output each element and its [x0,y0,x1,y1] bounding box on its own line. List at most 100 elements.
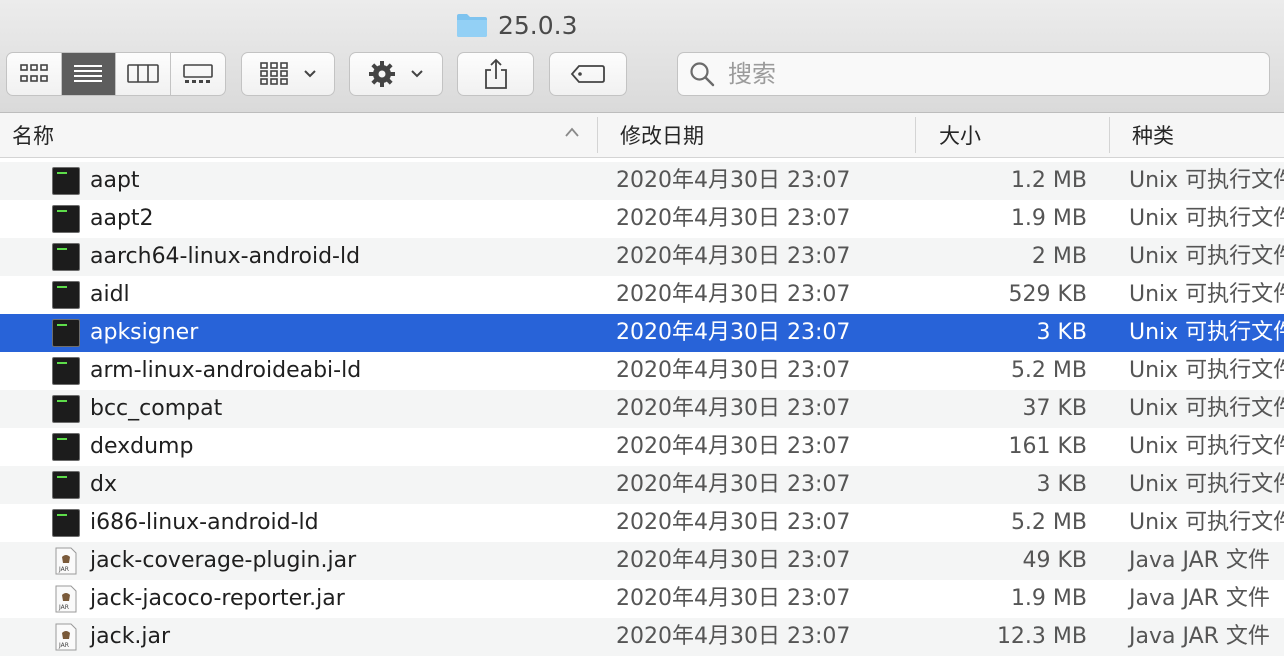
table-row[interactable]: i686-linux-android-ld 2020年4月30日 23:07 5.2… [0,504,1284,542]
table-row[interactable]: aapt 2020年4月30日 23:07 1.2 MB Unix 可执行文件 [0,162,1284,200]
file-name: arm-linux-androideabi-ld [90,358,362,383]
list-view-button[interactable] [61,53,116,95]
file-date: 2020年4月30日 23:07 [616,358,851,383]
file-kind: Java JAR 文件 [1129,586,1270,611]
folder-icon [457,14,487,37]
column-header-kind[interactable]: 种类 [1132,113,1174,157]
file-kind: Unix 可执行文件 [1129,396,1284,421]
column-header-kind-label: 种类 [1132,124,1174,148]
sort-ascending-icon [565,127,579,137]
file-date: 2020年4月30日 23:07 [616,282,851,307]
window-title: 25.0.3 [456,8,578,42]
terminal-icon [52,395,80,423]
column-header-date-label: 修改日期 [620,124,704,148]
table-row[interactable]: arm-linux-androideabi-ld 2020年4月30日 23:07… [0,352,1284,390]
file-date: 2020年4月30日 23:07 [616,244,851,269]
file-list: aapt 2020年4月30日 23:07 1.2 MB Unix 可执行文件 aap… [0,162,1284,656]
file-date: 2020年4月30日 23:07 [616,586,851,611]
column-divider[interactable] [1109,117,1110,153]
icon-view-button[interactable] [7,53,62,95]
file-date: 2020年4月30日 23:07 [616,548,851,573]
table-row[interactable]: aidl 2020年4月30日 23:07 529 KB Unix 可执行文件 [0,276,1284,314]
file-kind: Unix 可执行文件 [1129,434,1284,459]
gear-icon [369,61,395,87]
file-size: 37 KB [1022,396,1087,421]
file-name: jack.jar [90,624,171,649]
table-row[interactable]: dx 2020年4月30日 23:07 3 KB Unix 可执行文件 [0,466,1284,504]
terminal-icon [52,433,80,461]
action-button[interactable] [349,52,443,96]
file-kind: Java JAR 文件 [1129,624,1270,649]
file-date: 2020年4月30日 23:07 [616,510,851,535]
jar-icon: JAR [55,623,77,651]
file-name: aarch64-linux-android-ld [90,244,361,269]
file-name: jack-coverage-plugin.jar [90,548,357,573]
group-by-button[interactable] [241,52,335,96]
file-name: bcc_compat [90,396,223,421]
search-input[interactable] [726,59,1269,89]
file-kind: Unix 可执行文件 [1129,510,1284,535]
terminal-icon [52,167,80,195]
chevron-down-icon [304,70,316,78]
terminal-icon [52,243,80,271]
column-header-size[interactable]: 大小 [939,113,981,157]
terminal-icon [52,357,80,385]
tag-button[interactable] [549,52,627,96]
table-row[interactable]: JAR jack-jacoco-reporter.jar 2020年4月30日 2… [0,580,1284,618]
share-icon [484,58,507,89]
file-size: 1.9 MB [1010,206,1087,231]
share-button[interactable] [457,52,534,96]
file-name: aapt2 [90,206,154,231]
file-name: dexdump [90,434,194,459]
column-view-button[interactable] [116,53,171,95]
file-kind: Unix 可执行文件 [1129,358,1284,383]
gallery-icon [182,64,213,83]
table-row-selected[interactable]: apksigner 2020年4月30日 23:07 3 KB Unix 可执行文件 [0,314,1284,352]
table-row[interactable]: aarch64-linux-android-ld 2020年4月30日 23:07… [0,238,1284,276]
table-row[interactable]: aapt2 2020年4月30日 23:07 1.9 MB Unix 可执行文件 [0,200,1284,238]
column-divider[interactable] [597,117,598,153]
file-date: 2020年4月30日 23:07 [616,320,851,345]
group-grid-icon [260,62,288,85]
column-header-name[interactable]: 名称 [12,113,592,157]
svg-text:JAR: JAR [58,642,69,649]
file-kind: Unix 可执行文件 [1129,206,1284,231]
table-row[interactable]: bcc_compat 2020年4月30日 23:07 37 KB Unix 可执行文… [0,390,1284,428]
file-size: 49 KB [1022,548,1087,573]
view-switcher [6,52,226,96]
grid-icon [19,64,48,82]
column-header-date[interactable]: 修改日期 [620,113,704,157]
file-name: jack-jacoco-reporter.jar [90,586,345,611]
tag-icon [570,65,605,83]
search-field[interactable] [677,52,1270,96]
file-kind: Unix 可执行文件 [1129,168,1284,193]
table-row[interactable]: JAR jack.jar 2020年4月30日 23:07 12.3 MB Java … [0,618,1284,656]
terminal-icon [52,319,80,347]
svg-text:JAR: JAR [58,604,69,611]
toolbar: 25.0.3 [0,0,1284,113]
column-header-name-label: 名称 [12,124,54,148]
file-date: 2020年4月30日 23:07 [616,472,851,497]
file-date: 2020年4月30日 23:07 [616,168,851,193]
file-date: 2020年4月30日 23:07 [616,434,851,459]
terminal-icon [52,509,80,537]
window-title-text: 25.0.3 [498,10,578,40]
terminal-icon [52,281,80,309]
file-name: aapt [90,168,140,193]
column-header: 名称 修改日期 大小 种类 [0,113,1284,158]
file-size: 3 KB [1036,472,1087,497]
gallery-view-button[interactable] [171,53,226,95]
svg-text:JAR: JAR [58,566,69,573]
file-name: dx [90,472,117,497]
table-row[interactable]: dexdump 2020年4月30日 23:07 161 KB Unix 可执行文件 [0,428,1284,466]
file-size: 1.9 MB [1010,586,1087,611]
terminal-icon [52,205,80,233]
terminal-icon [52,471,80,499]
file-name: i686-linux-android-ld [90,510,319,535]
column-divider[interactable] [915,117,916,153]
file-kind: Unix 可执行文件 [1129,282,1284,307]
table-row[interactable]: JAR jack-coverage-plugin.jar 2020年4月30日 2… [0,542,1284,580]
jar-icon: JAR [55,547,77,575]
columns-icon [126,64,159,83]
list-icon [74,65,103,82]
